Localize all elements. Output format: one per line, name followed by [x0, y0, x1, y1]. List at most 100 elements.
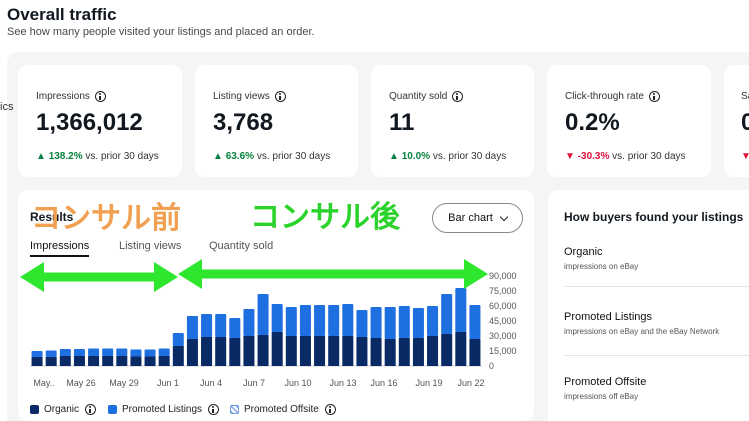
bar-promoted-listings[interactable] — [73, 349, 85, 356]
bar-promoted-listings[interactable] — [370, 307, 382, 338]
bar-organic[interactable] — [412, 338, 424, 366]
bar-organic[interactable] — [116, 356, 128, 366]
kpi-click-through-rate[interactable]: Click-through rate 0.2% ▼ -30.3% vs. pri… — [547, 65, 711, 177]
bar-organic[interactable] — [328, 336, 340, 366]
kpi-delta: ▲ 138.2% vs. prior 30 days — [36, 151, 159, 162]
bar-promoted-listings[interactable] — [342, 304, 354, 336]
bar-promoted-listings[interactable] — [229, 318, 241, 338]
bar-organic[interactable] — [342, 336, 354, 366]
bar-promoted-listings[interactable] — [455, 288, 467, 332]
bar-organic[interactable] — [158, 356, 170, 366]
legend-promoted-offsite[interactable]: Promoted Offsite — [230, 404, 336, 415]
legend-swatch — [108, 405, 117, 414]
bar-organic[interactable] — [88, 356, 100, 366]
bar-organic[interactable] — [31, 357, 43, 366]
bar-promoted-listings[interactable] — [257, 294, 269, 335]
bar-organic[interactable] — [45, 357, 57, 366]
bar-promoted-listings[interactable] — [130, 349, 142, 357]
bar-promoted-listings[interactable] — [328, 305, 340, 336]
source-promoted-offsite: Promoted Offsite — [564, 376, 647, 388]
info-icon[interactable] — [208, 404, 220, 415]
source-organic-desc: impressions on eBay — [564, 262, 639, 271]
bar-organic[interactable] — [144, 356, 156, 367]
legend-swatch — [230, 405, 239, 414]
bar-organic[interactable] — [314, 336, 326, 366]
bar-organic[interactable] — [73, 356, 85, 366]
annotation-after-consulting: コンサル後 — [250, 201, 400, 234]
bar-organic[interactable] — [243, 336, 255, 366]
bar-organic[interactable] — [455, 332, 467, 366]
bar-organic[interactable] — [229, 338, 241, 366]
kpi-impressions[interactable]: Impressions 1,366,012 ▲ 138.2% vs. prior… — [18, 65, 182, 177]
bar-organic[interactable] — [186, 339, 198, 366]
bar-promoted-listings[interactable] — [384, 307, 396, 339]
info-icon[interactable] — [648, 91, 660, 102]
info-icon[interactable] — [85, 404, 97, 415]
source-promoted-offsite-desc: impressions off eBay — [564, 392, 639, 401]
bar-promoted-listings[interactable] — [158, 348, 170, 357]
bar-organic[interactable] — [384, 339, 396, 366]
bar-promoted-listings[interactable] — [427, 306, 439, 336]
bar-organic[interactable] — [102, 356, 114, 366]
bar-promoted-listings[interactable] — [271, 304, 283, 332]
kpi-delta: ▼ -30.3% vs. prior 30 days — [565, 151, 686, 162]
bar-organic[interactable] — [441, 334, 453, 366]
up-arrow-icon: ▲ — [389, 151, 399, 162]
bar-promoted-listings[interactable] — [441, 294, 453, 334]
bar-promoted-listings[interactable] — [201, 314, 213, 337]
legend-promoted-listings[interactable]: Promoted Listings — [108, 404, 220, 415]
bar-promoted-listings[interactable] — [356, 310, 368, 337]
left-edge-text: ics — [0, 101, 14, 113]
bar-promoted-listings[interactable] — [469, 305, 481, 339]
x-tick-label: May 29 — [109, 378, 139, 388]
bar-organic[interactable] — [398, 338, 410, 366]
bar-promoted-listings[interactable] — [59, 349, 71, 356]
bar-organic[interactable] — [356, 337, 368, 366]
bar-organic[interactable] — [469, 339, 481, 366]
legend-label: Promoted Offsite — [244, 404, 319, 415]
bar-promoted-listings[interactable] — [186, 316, 198, 339]
buyers-card: How buyers found your listings Organic i… — [548, 190, 749, 421]
bar-promoted-listings[interactable] — [215, 314, 227, 337]
bar-promoted-listings[interactable] — [102, 348, 114, 357]
bar-promoted-listings[interactable] — [144, 349, 156, 357]
kpi-sales-partial[interactable]: Sa 0 ▼ — [724, 65, 749, 177]
x-tick-label: Jun 4 — [200, 378, 222, 388]
bar-promoted-listings[interactable] — [45, 350, 57, 358]
legend-label: Promoted Listings — [122, 404, 203, 415]
info-icon[interactable] — [274, 91, 286, 102]
bar-organic[interactable] — [285, 336, 297, 366]
bar-organic[interactable] — [172, 346, 184, 366]
x-tick-label: May 26 — [66, 378, 96, 388]
bar-organic[interactable] — [201, 337, 213, 366]
bar-organic[interactable] — [299, 336, 311, 366]
bar-promoted-listings[interactable] — [243, 309, 255, 336]
kpi-quantity-sold[interactable]: Quantity sold 11 ▲ 10.0% vs. prior 30 da… — [371, 65, 534, 177]
bar-organic[interactable] — [370, 338, 382, 366]
x-tick-label: Jun 1 — [157, 378, 179, 388]
kpi-delta-value: -30.3% — [577, 151, 610, 162]
bar-organic[interactable] — [215, 337, 227, 366]
bar-organic[interactable] — [271, 332, 283, 366]
bar-promoted-listings[interactable] — [412, 308, 424, 338]
bar-promoted-listings[interactable] — [314, 305, 326, 336]
info-icon[interactable] — [452, 91, 464, 102]
annotation-before-consulting: コンサル前 — [31, 202, 181, 235]
bar-promoted-listings[interactable] — [285, 307, 297, 336]
bar-organic[interactable] — [59, 356, 71, 366]
kpi-label: Listing views — [213, 91, 270, 102]
kpi-listing-views[interactable]: Listing views 3,768 ▲ 63.6% vs. prior 30… — [195, 65, 358, 177]
bar-promoted-listings[interactable] — [116, 348, 128, 357]
bar-promoted-listings[interactable] — [398, 306, 410, 338]
bar-organic[interactable] — [257, 335, 269, 366]
info-icon[interactable] — [94, 91, 106, 102]
info-icon[interactable] — [324, 404, 336, 415]
bar-organic[interactable] — [130, 356, 142, 367]
bar-promoted-listings[interactable] — [172, 333, 184, 346]
legend-organic[interactable]: Organic — [30, 404, 97, 415]
bar-promoted-listings[interactable] — [299, 305, 311, 336]
kpi-delta-suffix: vs. prior 30 days — [85, 151, 159, 162]
bar-promoted-listings[interactable] — [31, 351, 43, 357]
bar-organic[interactable] — [427, 336, 439, 366]
bar-promoted-listings[interactable] — [88, 348, 100, 357]
